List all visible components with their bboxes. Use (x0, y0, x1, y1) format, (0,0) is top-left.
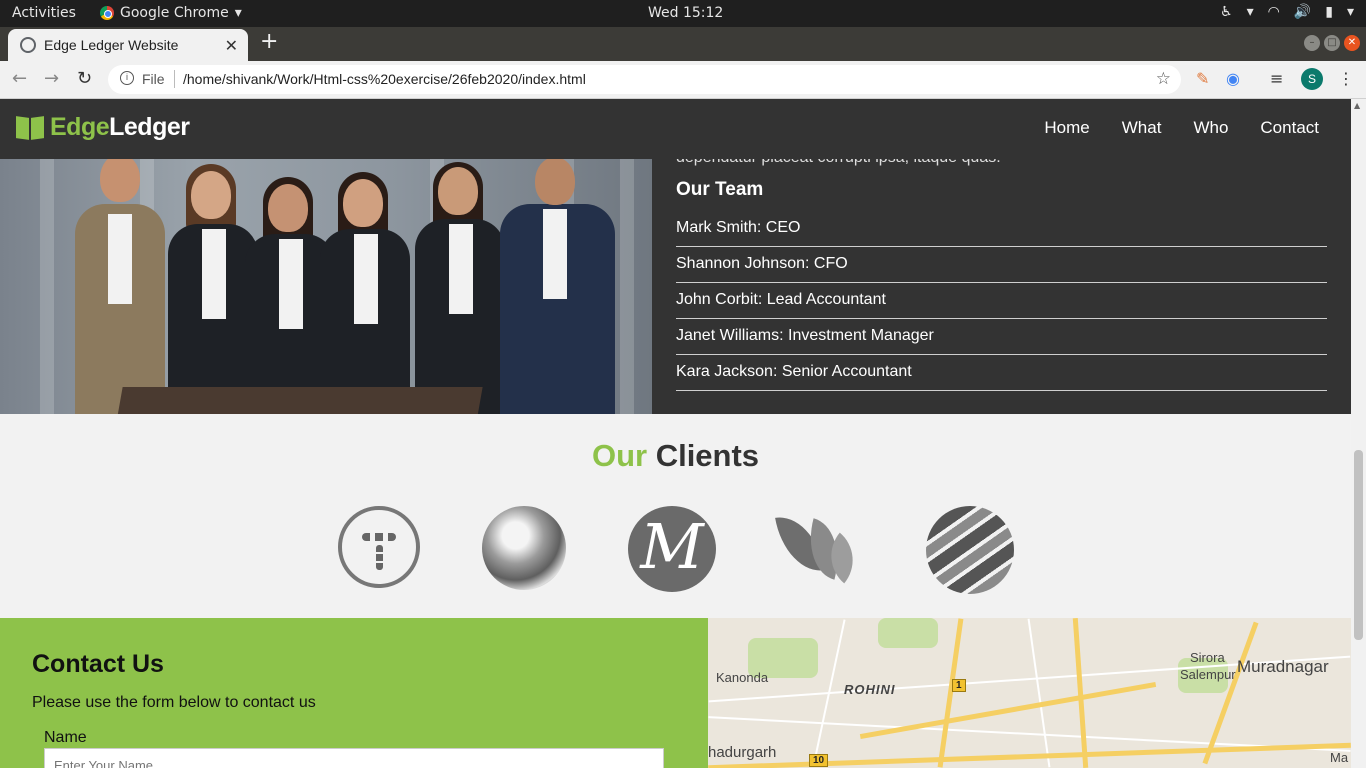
map-label: Kanonda (716, 670, 769, 685)
highway-shield: 10 (809, 754, 829, 767)
chevron-down-icon: ▾ (1246, 4, 1254, 20)
extension-pencil-icon[interactable]: ✎ (1196, 69, 1209, 88)
more-menu-icon[interactable]: ⋮ (1338, 69, 1354, 88)
contact-heading: Contact Us (32, 650, 164, 678)
minimize-button[interactable]: – (1304, 35, 1320, 51)
nav-who[interactable]: Who (1193, 118, 1228, 138)
accessibility-icon[interactable]: ♿ (1220, 4, 1233, 20)
url-text[interactable]: /home/shivank/Work/Html-css%20exercise/2… (183, 71, 586, 87)
site-header: EdgeLedger Home What Who Contact (0, 99, 1351, 159)
client-logo-t-icon (338, 506, 420, 588)
client-logos: M (338, 506, 1014, 594)
nav-home[interactable]: Home (1044, 118, 1089, 138)
chrome-icon (100, 6, 114, 20)
team-list: Mark Smith: CEO Shannon Johnson: CFO Joh… (676, 211, 1327, 391)
team-photo (0, 159, 652, 414)
divider (174, 70, 175, 88)
file-scheme-label: File (142, 71, 165, 87)
map-label: Muradnagar (1237, 657, 1329, 676)
name-input[interactable] (44, 748, 664, 768)
list-item: Shannon Johnson: CFO (676, 247, 1327, 283)
info-icon[interactable]: i (120, 71, 134, 85)
open-book-icon (16, 117, 44, 139)
map-label: hadurgarh (708, 744, 777, 761)
contact-subtext: Please use the form below to contact us (32, 694, 316, 711)
maximize-button[interactable]: □ (1324, 35, 1340, 51)
client-logo-swirl-icon (482, 506, 566, 590)
list-item: John Corbit: Lead Accountant (676, 283, 1327, 319)
chevron-down-icon: ▾ (1346, 4, 1354, 20)
browser-tab[interactable]: Edge Ledger Website ✕ (8, 29, 248, 61)
system-tray[interactable]: ♿ ▾ ◠ 🔊 ▮ ▾ (1220, 4, 1354, 20)
window-controls: – □ ✕ (1304, 35, 1360, 51)
page-scrollbar[interactable]: ▲ (1351, 99, 1366, 768)
clock[interactable]: Wed 15:12 (648, 5, 723, 21)
client-logo-m-icon: M (628, 506, 716, 592)
close-tab-icon[interactable]: ✕ (225, 36, 238, 55)
activities-button[interactable]: Activities (12, 5, 76, 21)
page-viewport: EdgeLedger Home What Who Contact Our Tea… (0, 99, 1351, 768)
map-label: Ma (1330, 750, 1349, 765)
address-bar[interactable]: i File /home/shivank/Work/Html-css%20exe… (108, 65, 1181, 94)
contact-section: Contact Us Please use the form below to … (0, 618, 708, 768)
clients-heading: Our Clients (0, 438, 1351, 474)
map-label: Sirora (1190, 650, 1225, 665)
client-logo-leaves-icon (775, 506, 868, 584)
map-label: ROHINI (844, 682, 896, 697)
logo-ledger-text: Ledger (109, 113, 190, 141)
reload-button[interactable]: ↻ (77, 68, 92, 89)
clients-section: Our Clients M (0, 414, 1351, 618)
list-item: Kara Jackson: Senior Accountant (676, 355, 1327, 391)
profile-avatar[interactable]: S (1301, 68, 1323, 90)
media-queue-icon[interactable]: ≡ (1270, 69, 1283, 88)
scroll-up-icon[interactable]: ▲ (1354, 101, 1360, 110)
nav-what[interactable]: What (1122, 118, 1162, 138)
team-section: dependatur placeat corrupti ipsa, itaque… (0, 149, 1351, 414)
tab-strip: Edge Ledger Website ✕ (0, 27, 1366, 61)
main-nav: Home What Who Contact (1044, 118, 1319, 138)
scrollbar-thumb[interactable] (1354, 450, 1363, 640)
logo-edge-text: Edge (50, 113, 110, 141)
tab-title: Edge Ledger Website (44, 37, 179, 53)
site-logo[interactable]: EdgeLedger (16, 113, 190, 142)
team-heading: Our Team (676, 179, 764, 200)
chevron-down-icon: ▾ (234, 5, 242, 21)
browser-toolbar: ← → ↻ i File /home/shivank/Work/Html-css… (0, 61, 1366, 99)
forward-button[interactable]: → (44, 68, 59, 89)
app-name: Google Chrome (120, 5, 229, 21)
client-logo-globe-icon (926, 506, 1014, 594)
nav-contact[interactable]: Contact (1260, 118, 1319, 138)
volume-icon: 🔊 (1293, 4, 1312, 20)
system-top-bar: Activities Google Chrome ▾ Wed 15:12 ♿ ▾… (0, 0, 1366, 27)
extension-color-icon[interactable]: ◉ (1226, 69, 1240, 88)
list-item: Mark Smith: CEO (676, 211, 1327, 247)
list-item: Janet Williams: Investment Manager (676, 319, 1327, 355)
back-button[interactable]: ← (12, 68, 27, 89)
close-window-button[interactable]: ✕ (1344, 35, 1360, 51)
name-label: Name (44, 729, 87, 746)
map-label: Salempur (1180, 667, 1236, 682)
bookmark-star-icon[interactable]: ☆ (1156, 69, 1171, 89)
highway-shield: 1 (952, 679, 966, 692)
conference-table (117, 387, 483, 414)
clients-heading-our: Our (591, 438, 648, 473)
battery-icon: ▮ (1325, 4, 1333, 20)
wifi-icon: ◠ (1267, 4, 1280, 20)
clients-heading-rest: Clients (647, 438, 760, 473)
new-tab-button[interactable]: + (260, 31, 278, 53)
location-map[interactable]: Kanonda ROHINI Sirora Salempur Muradnaga… (708, 618, 1351, 768)
globe-icon (20, 37, 36, 53)
app-menu[interactable]: Google Chrome ▾ (100, 5, 242, 21)
